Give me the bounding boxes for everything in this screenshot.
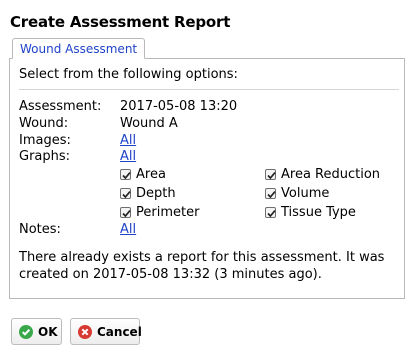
checkmark-icon bbox=[267, 191, 276, 199]
checkmark-icon bbox=[122, 191, 131, 199]
cancel-button-label: Cancel bbox=[97, 324, 142, 339]
graph-option-area[interactable]: Area bbox=[120, 167, 166, 182]
checkbox[interactable] bbox=[120, 188, 131, 199]
graph-option-label: Area bbox=[136, 167, 166, 182]
ok-button[interactable]: OK bbox=[11, 318, 62, 345]
graph-option-perimeter[interactable]: Perimeter bbox=[120, 205, 199, 220]
graphs-all-link[interactable]: All bbox=[120, 149, 136, 164]
assessment-value: 2017-05-08 13:20 bbox=[120, 99, 238, 114]
ok-button-label: OK bbox=[38, 324, 58, 339]
checkbox[interactable] bbox=[265, 169, 276, 180]
assessment-label: Assessment: bbox=[19, 99, 102, 114]
wound-label: Wound: bbox=[19, 116, 69, 131]
tab-wound-assessment[interactable]: Wound Assessment bbox=[12, 38, 146, 59]
graphs-label: Graphs: bbox=[19, 149, 71, 164]
images-label: Images: bbox=[19, 133, 71, 148]
graph-option-label: Perimeter bbox=[136, 205, 200, 220]
dialog-title: Create Assessment Report bbox=[10, 13, 231, 31]
graph-option-label: Tissue Type bbox=[281, 205, 356, 220]
checkbox[interactable] bbox=[265, 207, 276, 218]
graph-option-label: Volume bbox=[281, 186, 330, 201]
check-circle-icon bbox=[19, 324, 33, 339]
graph-option-depth[interactable]: Depth bbox=[120, 186, 176, 201]
graph-option-label: Area Reduction bbox=[281, 167, 381, 182]
checkbox[interactable] bbox=[120, 169, 131, 180]
panel-intro: Select from the following options: bbox=[19, 67, 238, 82]
graph-option-volume[interactable]: Volume bbox=[265, 186, 329, 201]
checkmark-icon bbox=[267, 172, 276, 180]
graph-option-label: Depth bbox=[136, 186, 176, 201]
checkmark-icon bbox=[122, 172, 131, 180]
cancel-button[interactable]: Cancel bbox=[70, 318, 142, 345]
graph-option-area-reduction[interactable]: Area Reduction bbox=[265, 167, 380, 182]
checkmark-icon bbox=[122, 210, 131, 218]
checkbox[interactable] bbox=[265, 188, 276, 199]
x-circle-icon bbox=[78, 324, 92, 339]
notes-label: Notes: bbox=[19, 222, 61, 237]
graph-option-tissue-type[interactable]: Tissue Type bbox=[265, 205, 356, 220]
checkmark-icon bbox=[267, 210, 276, 218]
section-divider bbox=[19, 89, 399, 90]
images-all-link[interactable]: All bbox=[120, 133, 136, 148]
notes-all-link[interactable]: All bbox=[120, 222, 136, 237]
checkbox[interactable] bbox=[120, 207, 131, 218]
wound-value: Wound A bbox=[120, 116, 178, 131]
existing-report-message: There already exists a report for this a… bbox=[19, 250, 385, 282]
